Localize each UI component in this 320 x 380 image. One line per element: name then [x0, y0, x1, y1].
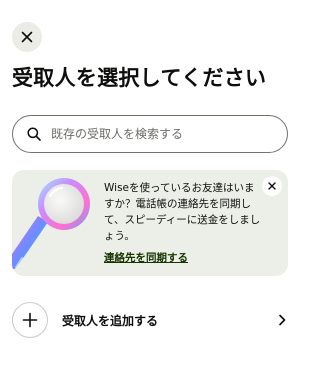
close-icon: [21, 31, 33, 43]
select-recipient-screen: 受取人を選択してください 既存の受取人を検索する Wiseを使っているお友達はい…: [0, 0, 300, 380]
search-field[interactable]: [12, 115, 288, 153]
sync-contacts-card: Wiseを使っているお友達はいますか？電話帳の連絡先を同期して、スピーディーに送…: [12, 170, 288, 276]
search-input[interactable]: [49, 126, 273, 142]
close-button[interactable]: [12, 22, 42, 52]
dismiss-card-button[interactable]: [262, 176, 282, 196]
page-title: 受取人を選択してください: [12, 66, 267, 90]
search-icon: [27, 127, 41, 141]
add-recipient-label: 受取人を追加する: [62, 313, 159, 328]
add-recipient-icon-container: [12, 302, 48, 338]
close-icon: [268, 182, 276, 190]
sync-contacts-description: Wiseを使っているお友達はいますか？電話帳の連絡先を同期して、スピーディーに送…: [104, 182, 261, 242]
plus-icon: [22, 312, 38, 328]
chevron-right-icon: [276, 314, 288, 326]
magnifying-glass-illustration: [12, 178, 90, 270]
add-recipient-button[interactable]: 受取人を追加する: [12, 301, 288, 339]
sync-contacts-link[interactable]: 連絡先を同期する: [104, 250, 188, 265]
